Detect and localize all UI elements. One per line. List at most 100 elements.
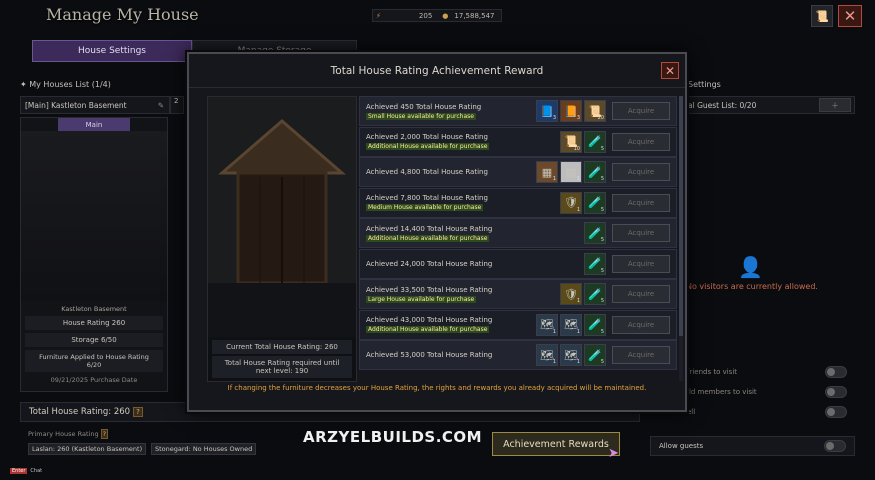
furniture-count: Furniture Applied to House Rating 6/20 (25, 350, 163, 372)
reward-list[interactable]: Achieved 450 Total House Rating Small Hou… (359, 96, 677, 381)
house-thumbnail (21, 131, 167, 301)
item-count: 5 (600, 206, 604, 213)
help-icon[interactable]: ? (100, 429, 109, 439)
storage-count: Storage 6/50 (25, 333, 163, 347)
reward-row: Achieved 2,000 Total House Rating Additio… (359, 126, 677, 157)
item-count: 1 (552, 176, 556, 182)
modal-footer-note: If changing the furniture decreases your… (227, 384, 647, 392)
item-count: 1 (552, 359, 556, 365)
item-count: 20 (597, 115, 604, 121)
edit-icon[interactable]: ✎ (158, 101, 164, 110)
enter-key: Enter (10, 468, 28, 474)
potion-icon[interactable]: 🧪 5 (584, 344, 606, 366)
reward-title: Achieved 43,000 Total House Rating (366, 316, 493, 324)
currency-bar: ⚡ 205 ● 17,588,547 (372, 9, 502, 22)
item-count: 5 (600, 328, 604, 335)
acquire-button[interactable]: Acquire (612, 193, 670, 212)
currency1-value: 205 (418, 11, 433, 20)
house-list-item[interactable]: [Main] Kastleton Basement ✎ (20, 96, 170, 114)
blue-tome-icon[interactable]: 📘 3 (536, 100, 558, 122)
reward-title: Achieved 2,000 Total House Rating (366, 133, 488, 141)
house-card[interactable]: Main Kastleton Basement House Rating 260… (20, 117, 168, 392)
visit-options: friends to visit ild members to visit el… (687, 362, 855, 428)
chat-hint[interactable]: Enter Chat (10, 468, 42, 474)
acquire-button[interactable]: Acquire (612, 163, 670, 181)
item-count: 1 (576, 359, 580, 365)
reward-row: Achieved 450 Total House Rating Small Hou… (359, 96, 677, 126)
no-visitor-icon: 👤 (738, 255, 763, 279)
purchase-date: 09/21/2025 Purchase Date (50, 376, 138, 384)
reward-title: Achieved 4,800 Total House Rating (366, 168, 488, 176)
acquire-button[interactable]: Acquire (612, 254, 670, 273)
acquire-button[interactable]: Acquire (612, 285, 670, 303)
blueprint-icon[interactable]: 🗺 1 (560, 313, 582, 336)
blueprint-icon[interactable]: 🗺 1 (560, 344, 582, 366)
toggle-friends[interactable] (825, 366, 847, 378)
item-count: 5 (600, 176, 604, 182)
toggle-all[interactable] (825, 406, 847, 418)
item-count: 5 (600, 298, 604, 304)
acquire-button[interactable]: Acquire (612, 102, 670, 120)
item-count: 5 (600, 145, 604, 152)
scroll-icon[interactable]: 📜 20 (584, 100, 606, 122)
scroll-icon[interactable]: 📜 10 (560, 130, 582, 153)
guide-book-button[interactable]: 📜 (811, 5, 833, 27)
potion-icon[interactable]: 🧪 5 (584, 130, 606, 153)
reward-title: Achieved 53,000 Total House Rating (366, 351, 493, 359)
item-count: 1 (576, 206, 580, 213)
house-rating: House Rating 260 (25, 316, 163, 330)
acquire-button[interactable]: Acquire (612, 132, 670, 151)
close-icon: ✕ (664, 63, 676, 78)
add-guest-button[interactable]: ＋ (819, 98, 851, 112)
blueprint-icon[interactable]: 🗺 1 (536, 344, 558, 366)
reward-title: Achieved 24,000 Total House Rating (366, 259, 493, 268)
toggle-guild[interactable] (825, 386, 847, 398)
help-icon[interactable]: ? (133, 407, 143, 417)
guest-list-header: al Guest List: 0/20 ＋ (687, 96, 855, 114)
current-rating: Current Total House Rating: 260 (212, 340, 352, 354)
reward-row: Achieved 33,500 Total House Rating Large … (359, 279, 677, 309)
modal-title: Total House Rating Achievement Reward (189, 54, 685, 88)
reward-title: Achieved 450 Total House Rating (366, 102, 482, 111)
potion-icon[interactable]: 🧪 5 (584, 222, 606, 244)
arrow-icon: ✦ (20, 80, 30, 89)
scrollbar[interactable] (679, 96, 683, 381)
potion-icon[interactable]: 🧪 5 (584, 283, 606, 305)
tab-house-settings[interactable]: House Settings (32, 40, 192, 62)
acquire-button[interactable]: Acquire (612, 315, 670, 334)
potion-icon[interactable]: 🧪 5 (584, 252, 606, 275)
item-count: 1 (576, 328, 580, 335)
gold-crest-icon[interactable]: 🛡 1 (560, 283, 582, 305)
item-count: 5 (600, 359, 604, 365)
potion-icon[interactable]: 🧪 5 (584, 161, 606, 183)
primary-rating-laslan: Laslan: 260 (Kastleton Basement) (28, 443, 147, 455)
potion-icon[interactable]: 🧪 5 (584, 191, 606, 214)
close-icon: ✕ (843, 7, 857, 25)
acquire-button[interactable]: Acquire (612, 224, 670, 242)
white-stone-icon[interactable]: ▧ 1 (560, 161, 582, 183)
potion-icon[interactable]: 🧪 5 (584, 313, 606, 336)
gold-crest-icon[interactable]: 🛡 1 (560, 191, 582, 214)
reward-row: Achieved 43,000 Total House Rating Additi… (359, 309, 677, 340)
acquire-button[interactable]: Acquire (612, 346, 670, 364)
toggle-allow-guests[interactable] (824, 440, 846, 452)
blueprint-icon[interactable]: 🗺 1 (536, 313, 558, 336)
modal-close-button[interactable]: ✕ (661, 62, 679, 79)
close-window-button[interactable]: ✕ (838, 5, 862, 27)
item-count: 3 (552, 115, 556, 121)
scrollbar-thumb[interactable] (679, 96, 683, 336)
energy-icon: ⚡ (376, 11, 381, 20)
reward-note: Small House available for purchase (366, 112, 476, 120)
item-count: 5 (600, 267, 604, 274)
reward-title: Achieved 14,400 Total House Rating (366, 224, 493, 233)
cursor-icon: ➤ (608, 446, 619, 461)
orange-tome-icon[interactable]: 📙 3 (560, 100, 582, 122)
reward-row: Achieved 14,400 Total House Rating Additi… (359, 218, 677, 248)
reward-note: Medium House available for purchase (366, 204, 484, 211)
currency2-value: 17,588,547 (454, 11, 495, 20)
item-count: 3 (576, 115, 580, 121)
wood-plank-icon[interactable]: ▦ 1 (536, 161, 558, 183)
achievement-rewards-button[interactable]: Achievement Rewards (492, 432, 620, 456)
allow-guests-row: Allow guests (650, 436, 855, 456)
house-list-item-2[interactable]: 2 (170, 96, 184, 114)
